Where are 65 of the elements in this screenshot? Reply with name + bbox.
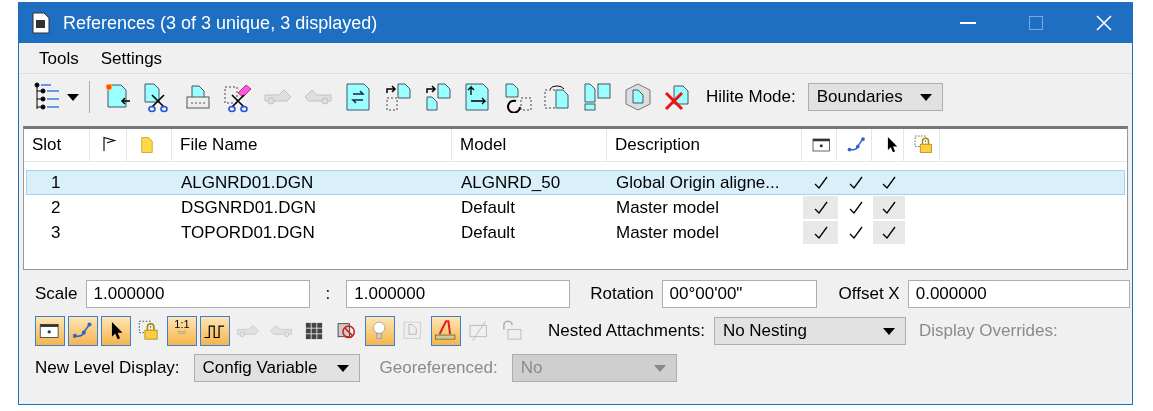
table-row[interactable]: 2 DSGNRD01.DGN Default Master model [26, 195, 1125, 220]
cube-icon [622, 81, 654, 113]
check-icon [882, 175, 896, 190]
table-cell-text: Master model [615, 221, 720, 244]
ratio-separator: : [325, 284, 331, 304]
table-row[interactable]: 3 TOPORD01.DGN Default Master model [26, 220, 1125, 245]
table-cell-text: 2 [50, 196, 62, 219]
check-icon [848, 200, 863, 215]
scale-field[interactable]: 1.000000 [85, 280, 310, 308]
toggle-button[interactable] [68, 316, 98, 346]
window-title: References (3 of 3 unique, 3 displayed) [63, 12, 379, 34]
check-icon [813, 200, 828, 215]
table-cell-text: 3 [50, 221, 62, 244]
toggle-button[interactable] [35, 316, 65, 346]
table-cell-text: DSGNRD01.DGN [180, 196, 318, 219]
table-cell-text: 1 [50, 171, 62, 194]
check-icon [848, 225, 863, 240]
caret-icon [653, 364, 666, 372]
table-cell-text: ALGNRD01.DGN [180, 171, 315, 194]
check-icon [848, 175, 863, 190]
new-level-display-dropdown[interactable]: Config Variable [193, 354, 360, 382]
maximize-icon [1029, 16, 1043, 30]
caret-icon [336, 364, 349, 372]
column-header[interactable]: File Name [172, 129, 452, 161]
hilite-mode-dropdown[interactable]: Boundaries [807, 83, 943, 111]
column-header[interactable]: Model [452, 129, 607, 161]
table-cell-text: Default [460, 221, 516, 244]
toggle-button[interactable]: 1:1 [167, 316, 197, 346]
rotation-field[interactable]: 00°00'00" [661, 280, 817, 308]
table-cell-text: ALGNRD_50 [460, 171, 562, 194]
hilite-mode-label: Hilite Mode: [706, 87, 796, 107]
document-icon [31, 12, 51, 34]
check-icon [882, 225, 896, 240]
check-icon [882, 200, 896, 215]
nested-attachments-label: Nested Attachments: [548, 321, 705, 341]
menu-item[interactable]: Tools [39, 49, 79, 69]
nested-attachments-dropdown[interactable]: No Nesting [713, 317, 906, 345]
column-header[interactable]: Slot [24, 129, 90, 161]
toggle-button[interactable] [365, 316, 395, 346]
caret-icon [67, 93, 79, 101]
georeferenced-label: Georeferenced: [379, 358, 498, 378]
check-icon [813, 175, 828, 190]
close-icon [1096, 15, 1112, 31]
caret-icon [882, 327, 895, 335]
scale-label: Scale [35, 284, 78, 304]
rotation-label: Rotation [590, 284, 654, 304]
scale-field[interactable]: 1.000000 [346, 280, 571, 308]
new-level-display-label: New Level Display: [35, 358, 180, 378]
table-cell-text: Master model [615, 196, 720, 219]
document-grid-icon [582, 81, 614, 113]
menu-item[interactable]: Settings [100, 49, 163, 69]
column-header[interactable]: Description [607, 129, 802, 161]
display-overrides-label: Display Overrides: [918, 321, 1058, 341]
table-row[interactable]: 1 ALGNRD01.DGN ALGNRD_50 Global Origin aligne... [26, 170, 1125, 195]
offset-x-label: Offset X [838, 284, 900, 304]
caret-icon [919, 93, 932, 101]
toggle-button[interactable] [101, 316, 131, 346]
minimize-icon [960, 22, 976, 24]
table-cell-text: Global Origin aligne... [615, 171, 781, 194]
table-cell-text: TOPORD01.DGN [180, 221, 316, 244]
offset-x-field[interactable]: 0.000000 [907, 280, 1130, 308]
check-icon [813, 225, 828, 240]
table-cell-text: Default [460, 196, 516, 219]
toggle-button[interactable] [200, 316, 230, 346]
document-rotate-icon [502, 81, 534, 113]
